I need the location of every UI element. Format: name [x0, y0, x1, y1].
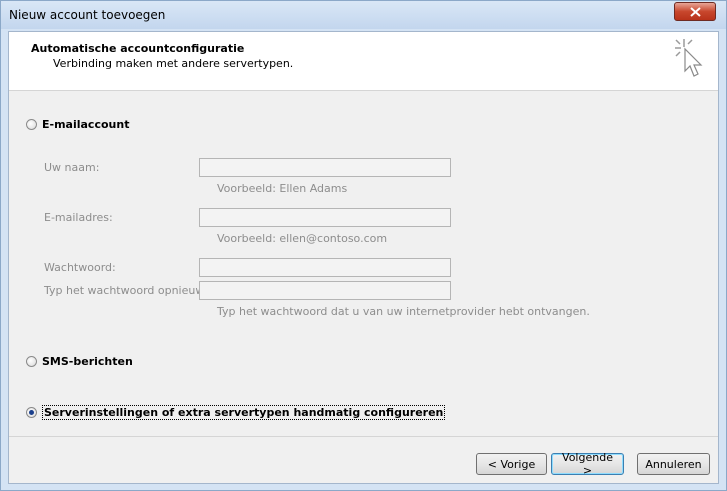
- email-label: E-mailadres:: [44, 211, 113, 224]
- close-icon: [690, 7, 701, 17]
- title-bar: Nieuw account toevoegen: [1, 1, 726, 29]
- dialog-window: Nieuw account toevoegen Automatische acc…: [0, 0, 727, 491]
- name-field[interactable]: [199, 158, 451, 177]
- password-confirm-field[interactable]: [199, 281, 451, 300]
- password-field[interactable]: [199, 258, 451, 277]
- wizard-cursor-icon: [675, 39, 703, 77]
- password-label: Wachtwoord:: [44, 261, 116, 274]
- back-button[interactable]: < Vorige: [476, 453, 547, 475]
- email-field[interactable]: [199, 208, 451, 227]
- dialog-body: Automatische accountconfiguratie Verbind…: [8, 31, 719, 484]
- close-button[interactable]: [674, 2, 716, 21]
- sms-radio[interactable]: [26, 356, 37, 367]
- email-hint: Voorbeeld: ellen@contoso.com: [217, 232, 388, 245]
- password-hint: Typ het wachtwoord dat u van uw internet…: [217, 305, 590, 318]
- name-hint: Voorbeeld: Ellen Adams: [217, 182, 348, 195]
- email-account-label: E-mailaccount: [42, 118, 130, 131]
- password-confirm-label: Typ het wachtwoord opnieuw:: [44, 284, 208, 297]
- next-button[interactable]: Volgende >: [551, 451, 624, 477]
- wizard-header: Automatische accountconfiguratie Verbind…: [9, 32, 718, 91]
- cancel-button[interactable]: Annuleren: [637, 453, 710, 475]
- sms-option[interactable]: SMS-berichten: [26, 355, 133, 368]
- manual-config-option[interactable]: Serverinstellingen of extra servertypen …: [26, 405, 446, 420]
- header-subtitle: Verbinding maken met andere servertypen.: [53, 57, 294, 70]
- sms-label: SMS-berichten: [42, 355, 133, 368]
- email-account-option[interactable]: E-mailaccount: [26, 118, 129, 131]
- name-label: Uw naam:: [44, 161, 100, 174]
- footer-separator: [9, 436, 718, 437]
- window-title: Nieuw account toevoegen: [9, 8, 166, 22]
- header-title: Automatische accountconfiguratie: [31, 42, 245, 55]
- manual-config-radio[interactable]: [26, 407, 37, 418]
- email-account-radio[interactable]: [26, 119, 37, 130]
- manual-config-label: Serverinstellingen of extra servertypen …: [42, 405, 446, 420]
